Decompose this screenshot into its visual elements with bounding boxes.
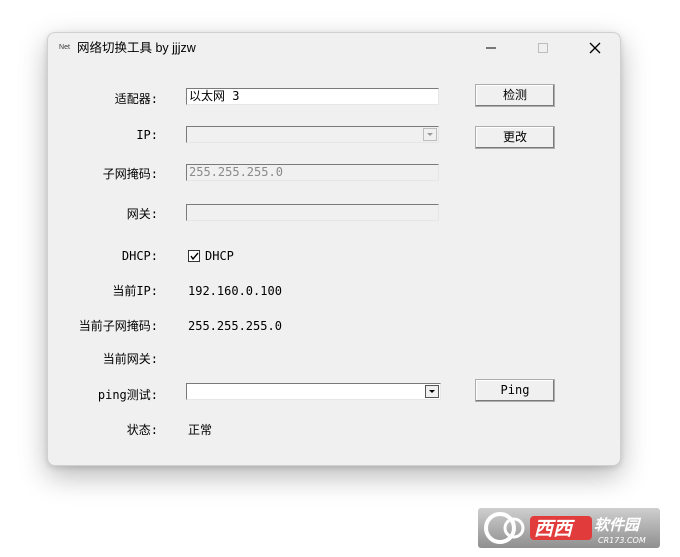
gateway-label: 网关: (126, 207, 158, 221)
ping-combo[interactable] (186, 383, 441, 400)
svg-text:软件园: 软件园 (594, 516, 642, 534)
change-button[interactable]: 更改 (475, 126, 555, 149)
subnet-field[interactable]: 255.255.255.0 (186, 164, 439, 181)
current-subnet-label: 当前子网掩码: (78, 319, 158, 333)
current-ip-value: 192.160.0.100 (188, 284, 282, 298)
app-icon: Net (59, 44, 70, 51)
dhcp-label: DHCP: (121, 249, 158, 263)
dhcp-checkbox-label: DHCP (205, 249, 234, 263)
ping-combo-dropdown-button[interactable] (425, 385, 439, 398)
minimize-icon (486, 47, 496, 49)
current-gateway-label: 当前网关: (102, 352, 158, 366)
adapter-label: 适配器: (114, 92, 158, 106)
maximize-button[interactable] (520, 33, 566, 63)
main-window: Net 网络切换工具 by jjjzw 适配器: IP: 子网掩码: 网关: D… (47, 32, 621, 466)
maximize-icon (538, 43, 548, 53)
ip-combo-dropdown-button[interactable] (423, 128, 437, 141)
window-title: 网络切换工具 by jjjzw (77, 41, 196, 55)
watermark-logo-image: 西西 软件园 CR173.COM (484, 512, 646, 545)
ping-label: ping测试: (97, 388, 158, 402)
svg-text:西西: 西西 (534, 518, 575, 540)
status-label: 状态: (126, 423, 158, 437)
ip-label: IP: (136, 128, 158, 142)
ping-button[interactable]: Ping (475, 379, 555, 402)
current-subnet-value: 255.255.255.0 (188, 319, 282, 333)
adapter-field[interactable]: 以太网 3 (186, 88, 439, 105)
subnet-label: 子网掩码: (102, 167, 158, 181)
gateway-field[interactable] (186, 204, 439, 221)
dhcp-checkbox[interactable] (188, 250, 200, 262)
svg-text:CR173.COM: CR173.COM (598, 536, 646, 545)
minimize-button[interactable] (468, 33, 514, 63)
ip-combo[interactable] (186, 126, 439, 143)
watermark-logo: 西西 软件园 CR173.COM (478, 508, 660, 548)
close-button[interactable] (572, 33, 618, 63)
checkmark-icon (190, 252, 199, 261)
chevron-down-icon (429, 390, 435, 393)
status-value: 正常 (188, 423, 213, 437)
chevron-down-icon (427, 133, 433, 136)
current-ip-label: 当前IP: (112, 284, 158, 298)
close-icon (589, 42, 601, 54)
title-bar[interactable]: Net 网络切换工具 by jjjzw (48, 33, 620, 63)
detect-button[interactable]: 检测 (475, 84, 555, 107)
